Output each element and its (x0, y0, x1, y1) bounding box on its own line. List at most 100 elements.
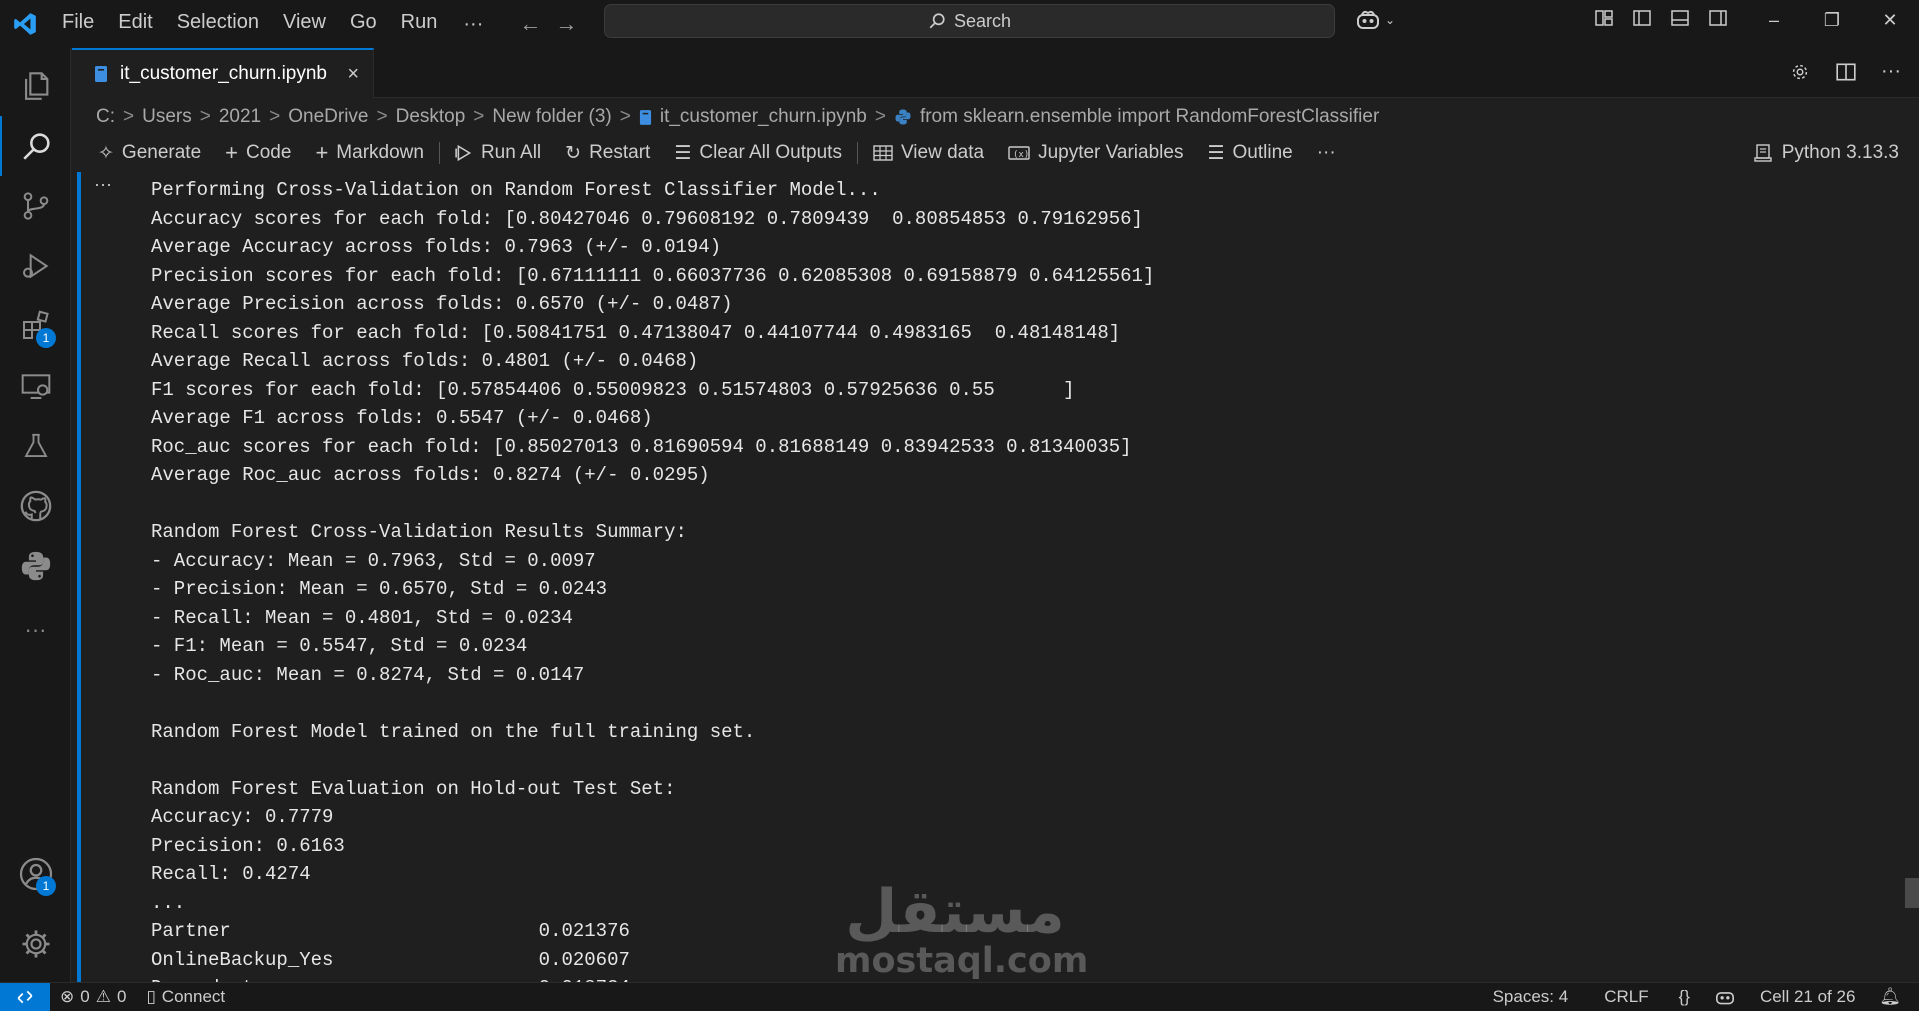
breadcrumb-2021[interactable]: 2021 (219, 106, 261, 128)
jupyter-variables-button[interactable]: (x) Jupyter Variables (996, 136, 1195, 170)
menu-more-button[interactable]: ··· (449, 13, 497, 36)
output-line: Performing Cross-Validation on Random Fo… (151, 179, 881, 201)
indentation-status[interactable]: Spaces: 4 (1475, 987, 1587, 1007)
customize-layout-icon[interactable] (1594, 8, 1614, 28)
run-debug-icon[interactable] (0, 236, 71, 296)
breadcrumb-separator: > (874, 106, 886, 127)
breadcrumb: C: > Users > 2021 > OneDrive > Desktop >… (72, 100, 1919, 134)
breadcrumb-new-folder[interactable]: New folder (3) (492, 106, 611, 128)
restore-button[interactable]: ❐ (1803, 0, 1861, 40)
output-line: F1 scores for each fold: [0.57854406 0.5… (151, 378, 1075, 401)
cell-output-more-icon[interactable]: ··· (94, 174, 112, 195)
editor-tab-bar: it_customer_churn.ipynb × ··· (72, 48, 1919, 98)
search-icon (929, 13, 945, 29)
output-line: Average Accuracy across folds: 0.7963 (+… (151, 236, 722, 258)
output-line: Accuracy scores for each fold: [0.804270… (151, 207, 1143, 230)
kernel-picker[interactable]: Python 3.13.3 (1754, 136, 1899, 170)
close-window-button[interactable]: ✕ (1861, 0, 1919, 40)
sparkle-icon: ✧ (98, 142, 114, 164)
scrollbar-thumb[interactable] (1905, 878, 1919, 908)
extensions-icon[interactable]: 1 (0, 296, 71, 356)
menu-file[interactable]: File (50, 0, 106, 48)
warning-count: 0 (116, 987, 127, 1006)
add-code-cell-button[interactable]: + Code (213, 136, 303, 170)
output-line: Average Roc_auc across folds: 0.8274 (+/… (151, 464, 710, 486)
notebook-file-icon (95, 66, 107, 82)
toggle-primary-sidebar-icon[interactable] (1632, 8, 1652, 28)
clear-all-outputs-button[interactable]: ☰ Clear All Outputs (662, 136, 854, 170)
add-markdown-cell-button[interactable]: + Markdown (303, 136, 436, 170)
breadcrumb-drive[interactable]: C: (96, 106, 115, 128)
breadcrumb-users[interactable]: Users (142, 106, 192, 128)
menu-selection[interactable]: Selection (165, 0, 271, 48)
breadcrumb-onedrive[interactable]: OneDrive (288, 106, 368, 128)
connect-button[interactable]: ▯ Connect (136, 987, 235, 1007)
python-icon[interactable] (0, 536, 71, 596)
mostaql-watermark: مستقل mostaql.com (835, 882, 1089, 987)
accounts-icon[interactable]: 1 (0, 844, 71, 904)
minimize-button[interactable]: – (1745, 0, 1803, 40)
output-line: Roc_auc scores for each fold: [0.8502701… (151, 435, 1132, 458)
output-line: - Recall: Mean = 0.4801, Std = 0.0234 (151, 606, 573, 629)
source-control-icon[interactable] (0, 176, 71, 236)
search-label: Search (953, 10, 1012, 31)
restart-button[interactable]: ↻ Restart (553, 136, 662, 170)
manage-gear-icon[interactable] (0, 914, 71, 974)
breadcrumb-desktop[interactable]: Desktop (396, 106, 466, 128)
output-line: - F1: Mean = 0.5547, Std = 0.0234 (151, 635, 528, 657)
view-data-button[interactable]: View data (861, 136, 996, 170)
toolbar-divider (438, 142, 440, 164)
clear-outputs-icon: ☰ (674, 142, 692, 164)
toggle-secondary-sidebar-icon[interactable] (1708, 8, 1728, 28)
extensions-badge: 1 (36, 328, 56, 348)
explorer-icon[interactable] (0, 56, 71, 116)
plus-icon: + (315, 140, 329, 165)
more-views-icon[interactable]: ··· (0, 600, 71, 660)
breadcrumb-cell-symbol[interactable]: from sklearn.ensemble import RandomFores… (920, 106, 1379, 128)
breadcrumb-separator: > (376, 106, 388, 127)
editor-more-actions-icon[interactable]: ··· (1881, 60, 1901, 83)
table-icon (873, 145, 893, 161)
command-center-search[interactable]: Search (604, 4, 1335, 38)
cell-position-status[interactable]: Cell 21 of 26 (1748, 987, 1867, 1007)
notifications-bell-icon[interactable]: 🔔︎ (1867, 987, 1919, 1007)
output-line: - Precision: Mean = 0.6570, Std = 0.0243 (151, 578, 608, 600)
menu-run[interactable]: Run (389, 0, 450, 48)
breadcrumb-separator: > (123, 106, 135, 127)
forward-arrow-icon[interactable]: → (555, 11, 577, 37)
output-line: Precision scores for each fold: [0.67111… (151, 264, 1155, 287)
breadcrumb-notebook[interactable]: it_customer_churn.ipynb (660, 106, 867, 128)
github-icon[interactable] (0, 476, 71, 536)
watermark-latin: mostaql.com (835, 941, 1089, 981)
output-line: Average Precision across folds: 0.6570 (… (151, 293, 733, 315)
menu-edit[interactable]: Edit (106, 0, 164, 48)
copilot-status-icon[interactable] (1702, 988, 1748, 1006)
back-arrow-icon[interactable]: ← (519, 11, 541, 37)
activity-bar: 1 ··· 1 (0, 48, 71, 982)
remote-indicator-button[interactable] (0, 983, 50, 1011)
search-view-icon[interactable] (0, 116, 71, 176)
outline-button[interactable]: ☰ Outline (1195, 136, 1304, 170)
testing-icon[interactable] (0, 416, 71, 476)
output-line: Recall scores for each fold: [0.50841751… (151, 321, 1121, 344)
toggle-panel-icon[interactable] (1670, 8, 1690, 28)
remote-explorer-icon[interactable] (0, 356, 71, 416)
problems-indicator[interactable]: ⊗ 0 ⚠ 0 (50, 987, 136, 1007)
line-ending-status[interactable]: CRLF (1586, 987, 1666, 1007)
run-all-icon (455, 144, 472, 162)
split-editor-icon[interactable] (1835, 61, 1857, 83)
copilot-menu-button[interactable]: ⌄ (1355, 9, 1395, 31)
run-all-button[interactable]: Run All (443, 136, 553, 170)
menu-view[interactable]: View (271, 0, 338, 48)
toolbar-more-button[interactable]: ··· (1305, 136, 1348, 170)
menu-go[interactable]: Go (338, 0, 389, 48)
generate-button[interactable]: ✧ Generate (86, 136, 213, 170)
notebook-settings-gear-icon[interactable] (1789, 61, 1811, 83)
output-line: Random Forest Model trained on the full … (151, 720, 756, 743)
tab-close-icon[interactable]: × (347, 63, 359, 86)
tab-notebook[interactable]: it_customer_churn.ipynb × (72, 48, 374, 98)
language-mode-status[interactable]: {} (1667, 987, 1702, 1007)
connect-label: Connect (161, 987, 226, 1006)
